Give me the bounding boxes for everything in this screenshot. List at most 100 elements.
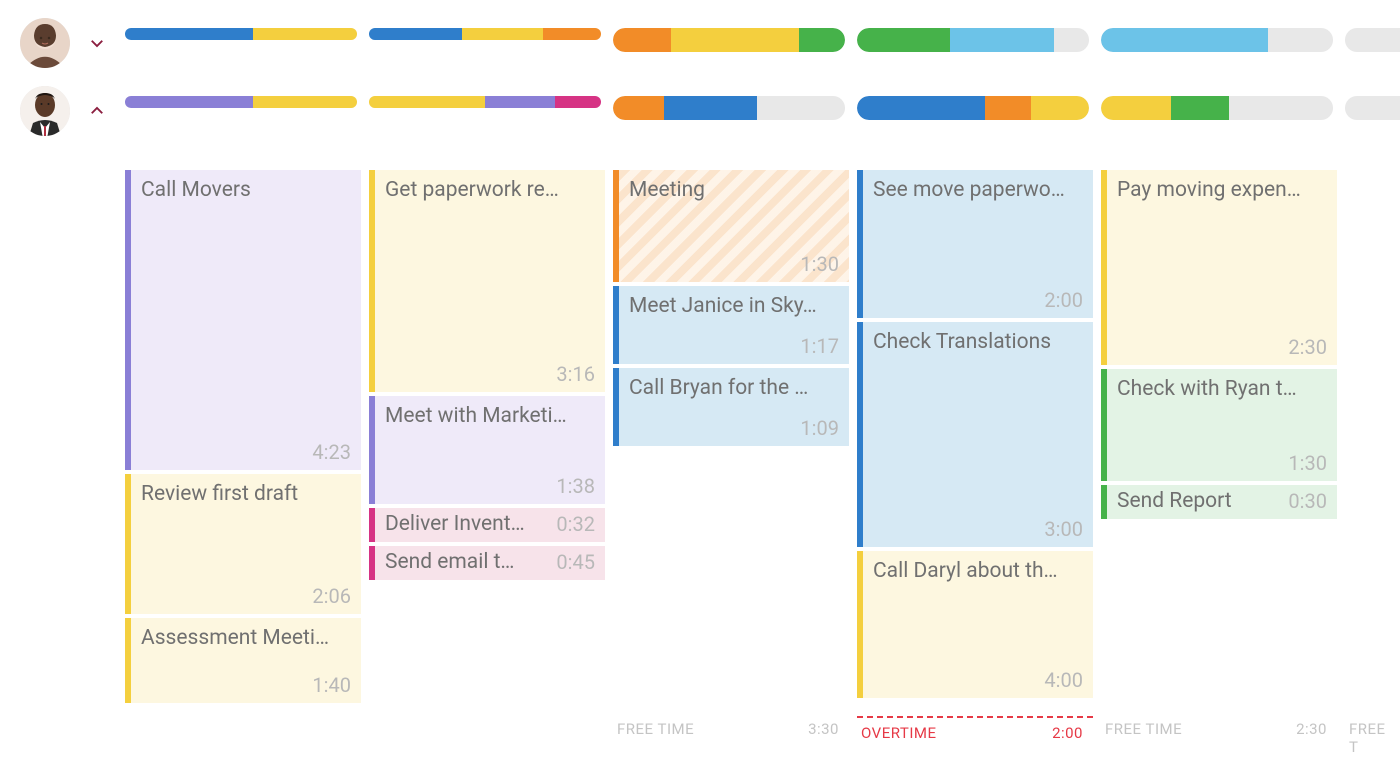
task-card[interactable]: Send email to… 0:45 <box>369 546 605 580</box>
bar-segment <box>664 96 757 120</box>
task-duration: 1:09 <box>800 416 839 440</box>
bar-segment <box>1101 28 1268 52</box>
capacity-bar[interactable] <box>613 96 845 120</box>
task-grid: Call Movers4:23 Review first draft 2:06 Ass… <box>0 170 1400 756</box>
task-title: Get paperwork re… <box>385 178 595 202</box>
bar-segment <box>125 96 253 108</box>
capacity-bar[interactable] <box>1345 96 1400 120</box>
avatar[interactable] <box>20 86 70 136</box>
task-title: Send email to… <box>385 550 525 574</box>
capacity-bar[interactable] <box>1345 28 1400 52</box>
bar-segment <box>485 96 555 108</box>
capacity-bar[interactable] <box>857 28 1089 52</box>
task-title: Check with Ryan t… <box>1117 377 1327 401</box>
task-title: Review first draft <box>141 482 351 506</box>
task-title: Check Translations <box>873 330 1083 354</box>
task-card[interactable]: Meeting1:30 <box>613 170 849 282</box>
task-title: Meet with Marketi… <box>385 404 595 428</box>
task-title: Pay moving expen… <box>1117 178 1327 202</box>
capacity-bar[interactable] <box>613 28 845 52</box>
task-duration: 1:38 <box>556 474 595 498</box>
day-column: Get paperwork re… 3:16 Meet with Marketi… 1… <box>369 170 605 756</box>
person-row-1 <box>0 78 1400 136</box>
task-card[interactable]: Meet with Marketi… 1:38 <box>369 396 605 504</box>
overtime-footer: OVERTIME 2:00 <box>857 716 1093 742</box>
task-card[interactable]: Get paperwork re… 3:16 <box>369 170 605 392</box>
task-title: Meeting <box>629 178 839 202</box>
task-duration: 0:45 <box>556 550 595 574</box>
task-card[interactable]: Review first draft 2:06 <box>125 474 361 614</box>
free-time-footer: FREE TIME2:30 <box>1101 714 1337 738</box>
day-column: Meeting1:30Meet Janice in Sky…1:17Call B… <box>613 170 849 756</box>
free-time-footer: FREE T <box>1345 714 1400 756</box>
capacity-bar[interactable] <box>1101 96 1333 120</box>
bar-segment <box>857 28 950 52</box>
task-card[interactable]: Meet Janice in Sky…1:17 <box>613 286 849 364</box>
person-row-0 <box>0 10 1400 68</box>
day-column: Pay moving expen…2:30Check with Ryan t…1… <box>1101 170 1337 756</box>
footer-label: OVERTIME <box>861 724 937 742</box>
day-column: FREE T <box>1345 170 1400 756</box>
bar-segment <box>1031 96 1089 120</box>
row-header <box>20 18 125 68</box>
task-card[interactable]: See move paperwo… 2:00 <box>857 170 1093 318</box>
bar-segment <box>1345 96 1400 120</box>
bar-segment <box>1054 28 1089 52</box>
bar-segment <box>1268 28 1333 52</box>
bar-segment <box>671 28 799 52</box>
task-card[interactable]: Assessment Meeti…1:40 <box>125 618 361 703</box>
bar-segment <box>1345 28 1400 52</box>
bar-segment <box>985 96 1031 120</box>
task-duration: 3:16 <box>556 362 595 386</box>
bar-segment <box>125 28 253 40</box>
day-column: See move paperwo… 2:00 Check Translations 3… <box>857 170 1093 756</box>
task-duration: 2:06 <box>312 584 351 608</box>
capacity-bar[interactable] <box>857 96 1089 120</box>
bar-segment <box>369 28 462 40</box>
capacity-bar[interactable] <box>125 96 357 108</box>
footer-value: 3:30 <box>808 720 839 738</box>
chevron-up-icon[interactable] <box>86 100 108 122</box>
bar-segment <box>613 96 664 120</box>
task-card[interactable]: Call Movers4:23 <box>125 170 361 470</box>
bar-segment <box>757 96 845 120</box>
capacity-bars <box>125 78 1400 120</box>
capacity-bar[interactable] <box>369 96 601 108</box>
task-card[interactable]: Check Translations 3:00 <box>857 322 1093 547</box>
capacity-bar[interactable] <box>369 28 601 40</box>
task-title: Call Daryl about th… <box>873 559 1083 583</box>
avatar[interactable] <box>20 18 70 68</box>
footer-label: FREE T <box>1349 720 1395 756</box>
task-title: Call Bryan for the … <box>629 376 839 400</box>
bar-segment <box>462 28 543 40</box>
bar-segment <box>1171 96 1229 120</box>
capacity-bar[interactable] <box>1101 28 1333 52</box>
footer-label: FREE TIME <box>617 720 694 738</box>
task-title: Meet Janice in Sky… <box>629 294 839 318</box>
task-title: Assessment Meeti… <box>141 626 351 650</box>
task-duration: 0:32 <box>556 512 595 536</box>
task-card[interactable]: Deliver Invent…0:32 <box>369 508 605 542</box>
bar-segment <box>950 28 1054 52</box>
task-duration: 4:00 <box>1044 668 1083 692</box>
free-time-footer: FREE TIME 3:30 <box>613 714 849 738</box>
task-card[interactable]: Pay moving expen…2:30 <box>1101 170 1337 365</box>
row-header <box>20 86 125 136</box>
task-duration: 3:00 <box>1044 517 1083 541</box>
task-title: Call Movers <box>141 178 351 202</box>
day-column: Call Movers4:23 Review first draft 2:06 Ass… <box>125 170 361 756</box>
chevron-down-icon[interactable] <box>86 32 108 54</box>
capacity-bar[interactable] <box>125 28 357 40</box>
task-title: See move paperwo… <box>873 178 1083 202</box>
bar-segment <box>253 96 357 108</box>
task-card[interactable]: Call Daryl about th… 4:00 <box>857 551 1093 698</box>
bar-segment <box>555 96 601 108</box>
bar-segment <box>1229 96 1333 120</box>
task-card[interactable]: Call Bryan for the … 1:09 <box>613 368 849 446</box>
task-duration: 2:00 <box>1044 288 1083 312</box>
bar-segment <box>369 96 485 108</box>
task-card[interactable]: Check with Ryan t…1:30 <box>1101 369 1337 481</box>
task-title: Send Report <box>1117 489 1232 513</box>
task-card[interactable]: Send Report0:30 <box>1101 485 1337 519</box>
footer-value: 2:00 <box>1052 724 1083 742</box>
